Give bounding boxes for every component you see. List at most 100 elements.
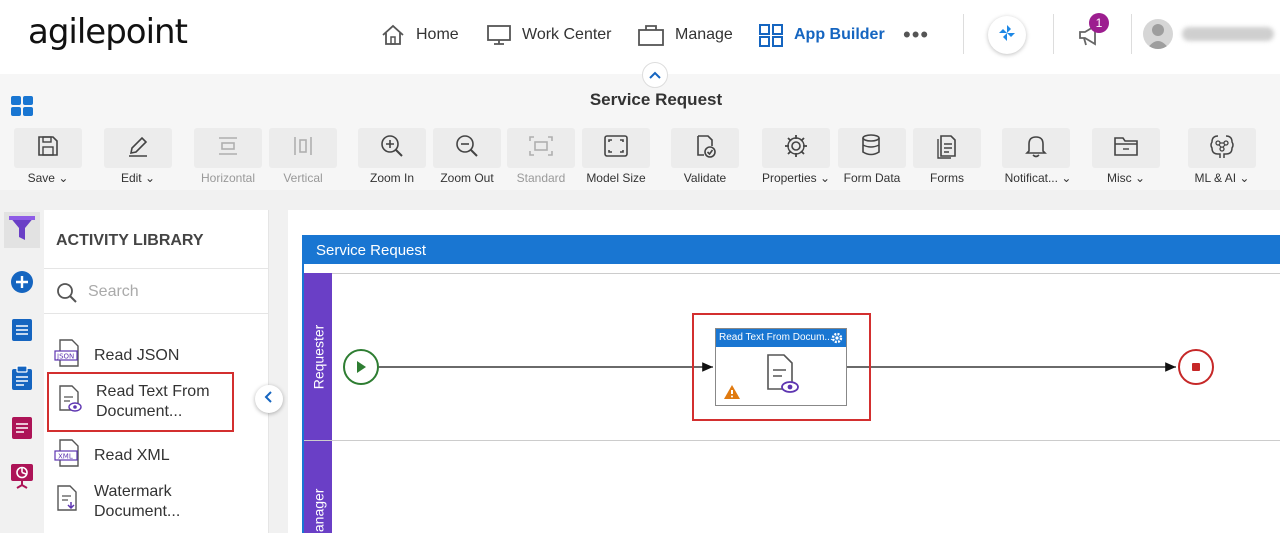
agilepoint-logo[interactable]: agilepoint: [28, 12, 188, 52]
monitor-icon: [486, 23, 512, 47]
pencil-icon: [126, 134, 150, 163]
ml-ai-button[interactable]: [1188, 128, 1256, 168]
document-list-tab[interactable]: [4, 314, 40, 350]
library-item-read-text-from-document[interactable]: Read Text From Document...: [47, 372, 234, 432]
library-item-read-json[interactable]: JSON Read JSON: [54, 338, 259, 374]
horizontal-layout-button[interactable]: [194, 128, 262, 168]
user-avatar[interactable]: [1143, 19, 1173, 49]
forms-button[interactable]: [913, 128, 981, 168]
start-event[interactable]: [343, 349, 379, 385]
chevron-left-icon: [264, 390, 274, 408]
zoom-out-button[interactable]: [433, 128, 501, 168]
vertical-label: Vertical: [283, 171, 323, 185]
list-document-icon: [11, 318, 33, 347]
nav-app-builder[interactable]: App Builder: [758, 20, 885, 50]
chevron-down-icon: ⌄: [1239, 171, 1250, 185]
notifications-button[interactable]: [1002, 128, 1070, 168]
validate-button[interactable]: [671, 128, 739, 168]
database-icon: [860, 133, 884, 164]
library-item-label: Watermark Document...: [94, 483, 181, 520]
collapse-library-button[interactable]: [255, 385, 283, 413]
more-menu-icon[interactable]: •••: [903, 22, 929, 48]
clipboard-tab[interactable]: [4, 362, 40, 398]
activity-library-tab[interactable]: [4, 212, 40, 248]
nav-home-label: Home: [416, 26, 459, 43]
save-icon: [36, 134, 60, 163]
properties-label: Properties ⌄: [761, 171, 831, 185]
notification-badge: 1: [1089, 13, 1109, 33]
vertical-layout-button[interactable]: [269, 128, 337, 168]
validate-label: Validate: [683, 171, 727, 185]
folder-icon: [1113, 134, 1139, 163]
form-list-icon: [11, 416, 33, 445]
zoom-in-label: Zoom In: [369, 171, 414, 185]
ai-assistant-button[interactable]: [988, 16, 1026, 54]
library-item-watermark-document[interactable]: Watermark Document...: [54, 482, 259, 522]
warning-icon[interactable]: [723, 384, 741, 405]
forms-label: Forms: [930, 171, 964, 185]
presentation-chart-icon: [10, 463, 34, 494]
save-button[interactable]: [14, 128, 82, 168]
nav-manage[interactable]: Manage: [637, 20, 733, 50]
edit-button[interactable]: [104, 128, 172, 168]
activity-settings-gear-icon[interactable]: [830, 331, 844, 350]
briefcase-icon: [637, 23, 665, 47]
form-list-tab[interactable]: [4, 412, 40, 448]
chevron-down-icon: ⌄: [1134, 171, 1146, 185]
nav-app-builder-label: App Builder: [794, 26, 885, 43]
zoom-out-icon: [454, 133, 480, 164]
activity-library-title: ACTIVITY LIBRARY: [56, 232, 204, 249]
library-search-input[interactable]: Search: [44, 268, 269, 314]
home-icon: [380, 23, 406, 47]
collapse-header-button[interactable]: [642, 62, 668, 88]
library-item-read-xml[interactable]: XML Read XML: [54, 438, 259, 474]
chevron-down-icon: ⌄: [144, 171, 156, 185]
ml-ai-label: ML & AI ⌄: [1194, 171, 1250, 185]
process-canvas[interactable]: Service Request Requester e Manager Read…: [288, 210, 1280, 555]
vertical-icon: [291, 134, 315, 163]
chevron-down-icon: ⌄: [1061, 171, 1072, 185]
forms-icon: [935, 133, 959, 164]
zoom-in-button[interactable]: [358, 128, 426, 168]
activity-title: Read Text From Docum...: [716, 329, 846, 347]
chevron-down-icon: ⌄: [819, 171, 831, 185]
nav-home[interactable]: Home: [380, 20, 459, 50]
save-label: Save ⌄: [27, 171, 69, 185]
validate-icon: [693, 133, 717, 164]
model-size-button[interactable]: [582, 128, 650, 168]
activity-read-text-from-document[interactable]: Read Text From Docum...: [715, 328, 847, 406]
nav-work-center-label: Work Center: [522, 26, 612, 43]
nav-work-center[interactable]: Work Center: [486, 20, 612, 50]
ai-brain-icon: [1208, 132, 1236, 165]
properties-button[interactable]: [762, 128, 830, 168]
json-file-icon: JSON: [54, 338, 82, 374]
form-data-button[interactable]: [838, 128, 906, 168]
bell-icon: [1024, 133, 1048, 164]
horizontal-icon: [216, 134, 240, 163]
page-title: Service Request: [589, 90, 723, 109]
activity-library-panel: ACTIVITY LIBRARY Search JSON Read JSON R…: [44, 210, 269, 533]
app-builder-grid-icon: [758, 23, 784, 47]
library-item-label: Read JSON: [94, 347, 180, 364]
read-text-document-icon: [56, 384, 84, 420]
user-name-blurred[interactable]: [1182, 27, 1274, 41]
search-placeholder: Search: [88, 283, 139, 300]
add-circle-icon: [10, 270, 34, 299]
add-tab[interactable]: [4, 266, 40, 302]
left-icon-rail: [0, 210, 44, 533]
clipboard-icon: [11, 364, 33, 396]
misc-button[interactable]: [1092, 128, 1160, 168]
svg-text:JSON: JSON: [56, 353, 74, 361]
chevron-up-icon: [649, 66, 661, 84]
search-icon: [56, 282, 78, 309]
analytics-tab[interactable]: [4, 460, 40, 496]
zoom-out-label: Zoom Out: [440, 171, 494, 185]
standard-size-button[interactable]: [507, 128, 575, 168]
notifications-label: Notificat... ⌄: [1004, 171, 1072, 185]
standard-label: Standard: [516, 171, 566, 185]
ai-pinwheel-icon: [997, 23, 1017, 48]
end-event[interactable]: [1178, 349, 1214, 385]
form-data-label: Form Data: [843, 171, 901, 185]
read-text-document-icon: [764, 353, 800, 400]
library-item-label: Read Text From Document...: [96, 383, 210, 420]
